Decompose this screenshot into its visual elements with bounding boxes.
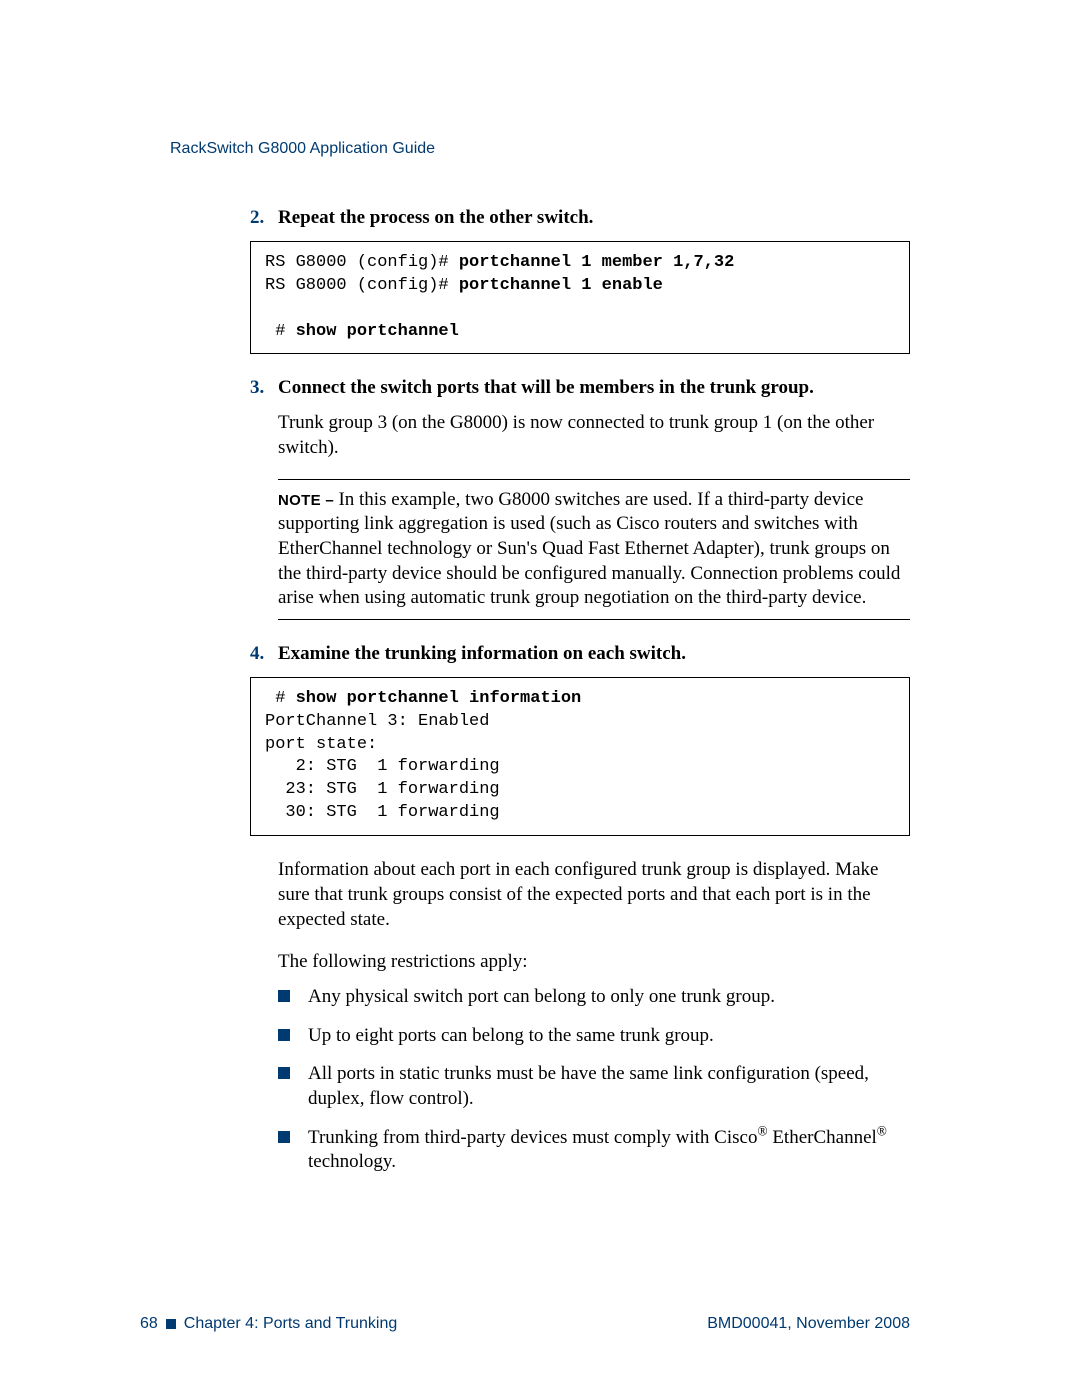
bullet-text: All ports in static trunks must be have … — [308, 1062, 910, 1111]
step-number: 3. — [250, 376, 278, 401]
code-bold: portchannel 1 member 1,7,32 — [459, 253, 734, 272]
code-bold: portchannel 1 enable — [459, 276, 663, 295]
square-bullet-icon — [278, 1029, 290, 1041]
running-header: RackSwitch G8000 Application Guide — [170, 140, 910, 158]
list-item: Up to eight ports can belong to the same… — [278, 1024, 910, 1049]
code-block-step2: RS G8000 (config)# portchannel 1 member … — [250, 241, 910, 355]
step-3-heading: 3. Connect the switch ports that will be… — [250, 376, 910, 401]
page-footer: 68 Chapter 4: Ports and Trunking BMD0004… — [140, 1315, 910, 1333]
content-area: 2. Repeat the process on the other switc… — [250, 206, 910, 1175]
page-number: 68 — [140, 1315, 158, 1333]
list-item: Trunking from third-party devices must c… — [278, 1126, 910, 1175]
footer-right: BMD00041, November 2008 — [707, 1315, 910, 1333]
bullet-list: Any physical switch port can belong to o… — [278, 985, 910, 1175]
list-item: All ports in static trunks must be have … — [278, 1062, 910, 1111]
bullet-text-part: Trunking from third-party devices must c… — [308, 1127, 757, 1148]
step-2-heading: 2. Repeat the process on the other switc… — [250, 206, 910, 231]
note-label: NOTE – — [278, 492, 338, 509]
code-text: # — [265, 322, 296, 341]
code-text: PortChannel 3: Enabled port state: 2: ST… — [265, 712, 500, 823]
footer-left: 68 Chapter 4: Ports and Trunking — [140, 1315, 397, 1333]
step-title: Connect the switch ports that will be me… — [278, 376, 814, 401]
step-4: 4. Examine the trunking information on e… — [250, 642, 910, 1175]
step-3: 3. Connect the switch ports that will be… — [250, 376, 910, 620]
code-bold: show portchannel — [296, 322, 459, 341]
step-title: Repeat the process on the other switch. — [278, 206, 593, 231]
step-4-heading: 4. Examine the trunking information on e… — [250, 642, 910, 667]
bullet-text: Up to eight ports can belong to the same… — [308, 1024, 910, 1049]
note-body: In this example, two G8000 switches are … — [278, 489, 900, 609]
chapter-title: Chapter 4: Ports and Trunking — [184, 1315, 397, 1333]
bullet-text: Any physical switch port can belong to o… — [308, 985, 910, 1010]
square-bullet-icon — [166, 1319, 176, 1329]
step-title: Examine the trunking information on each… — [278, 642, 686, 667]
page: RackSwitch G8000 Application Guide 2. Re… — [0, 0, 1080, 1397]
step-4-body-2: The following restrictions apply: — [278, 950, 910, 975]
bullet-text: Trunking from third-party devices must c… — [308, 1126, 910, 1175]
code-text: RS G8000 (config)# — [265, 253, 459, 272]
registered-mark: ® — [757, 1123, 767, 1138]
code-text: RS G8000 (config)# — [265, 276, 459, 295]
list-item: Any physical switch port can belong to o… — [278, 985, 910, 1010]
registered-mark: ® — [877, 1123, 887, 1138]
step-4-body-1: Information about each port in each conf… — [278, 858, 910, 932]
step-2: 2. Repeat the process on the other switc… — [250, 206, 910, 354]
bullet-text-part: technology. — [308, 1151, 396, 1172]
square-bullet-icon — [278, 990, 290, 1002]
step-3-body: Trunk group 3 (on the G8000) is now conn… — [278, 411, 910, 460]
code-block-step4: # show portchannel information PortChann… — [250, 677, 910, 837]
step-number: 4. — [250, 642, 278, 667]
note-block: NOTE – In this example, two G8000 switch… — [278, 479, 910, 620]
square-bullet-icon — [278, 1131, 290, 1143]
square-bullet-icon — [278, 1067, 290, 1079]
code-text: # — [265, 689, 296, 708]
step-number: 2. — [250, 206, 278, 231]
bullet-text-part: EtherChannel — [768, 1127, 877, 1148]
code-bold: show portchannel information — [296, 689, 582, 708]
